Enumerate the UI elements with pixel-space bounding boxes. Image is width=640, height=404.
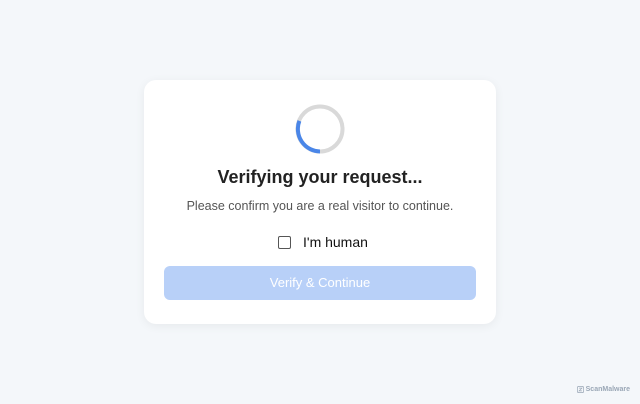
loading-spinner-icon [295,104,345,154]
human-checkbox[interactable] [278,235,291,249]
brand-name: ScanMalware [585,386,630,393]
human-check-row[interactable]: I'm human [278,233,368,251]
verify-continue-button[interactable]: Verify & Continue [164,266,476,300]
scanmalware-logo-icon [576,386,584,393]
page: Verifying your request... Please confirm… [0,0,640,404]
brand-logo: ScanMalware [576,386,630,393]
human-checkbox-label[interactable]: I'm human [303,234,368,250]
verification-card: Verifying your request... Please confirm… [144,80,496,324]
page-title: Verifying your request... [217,167,423,187]
page-subtitle: Please confirm you are a real visitor to… [186,199,454,213]
